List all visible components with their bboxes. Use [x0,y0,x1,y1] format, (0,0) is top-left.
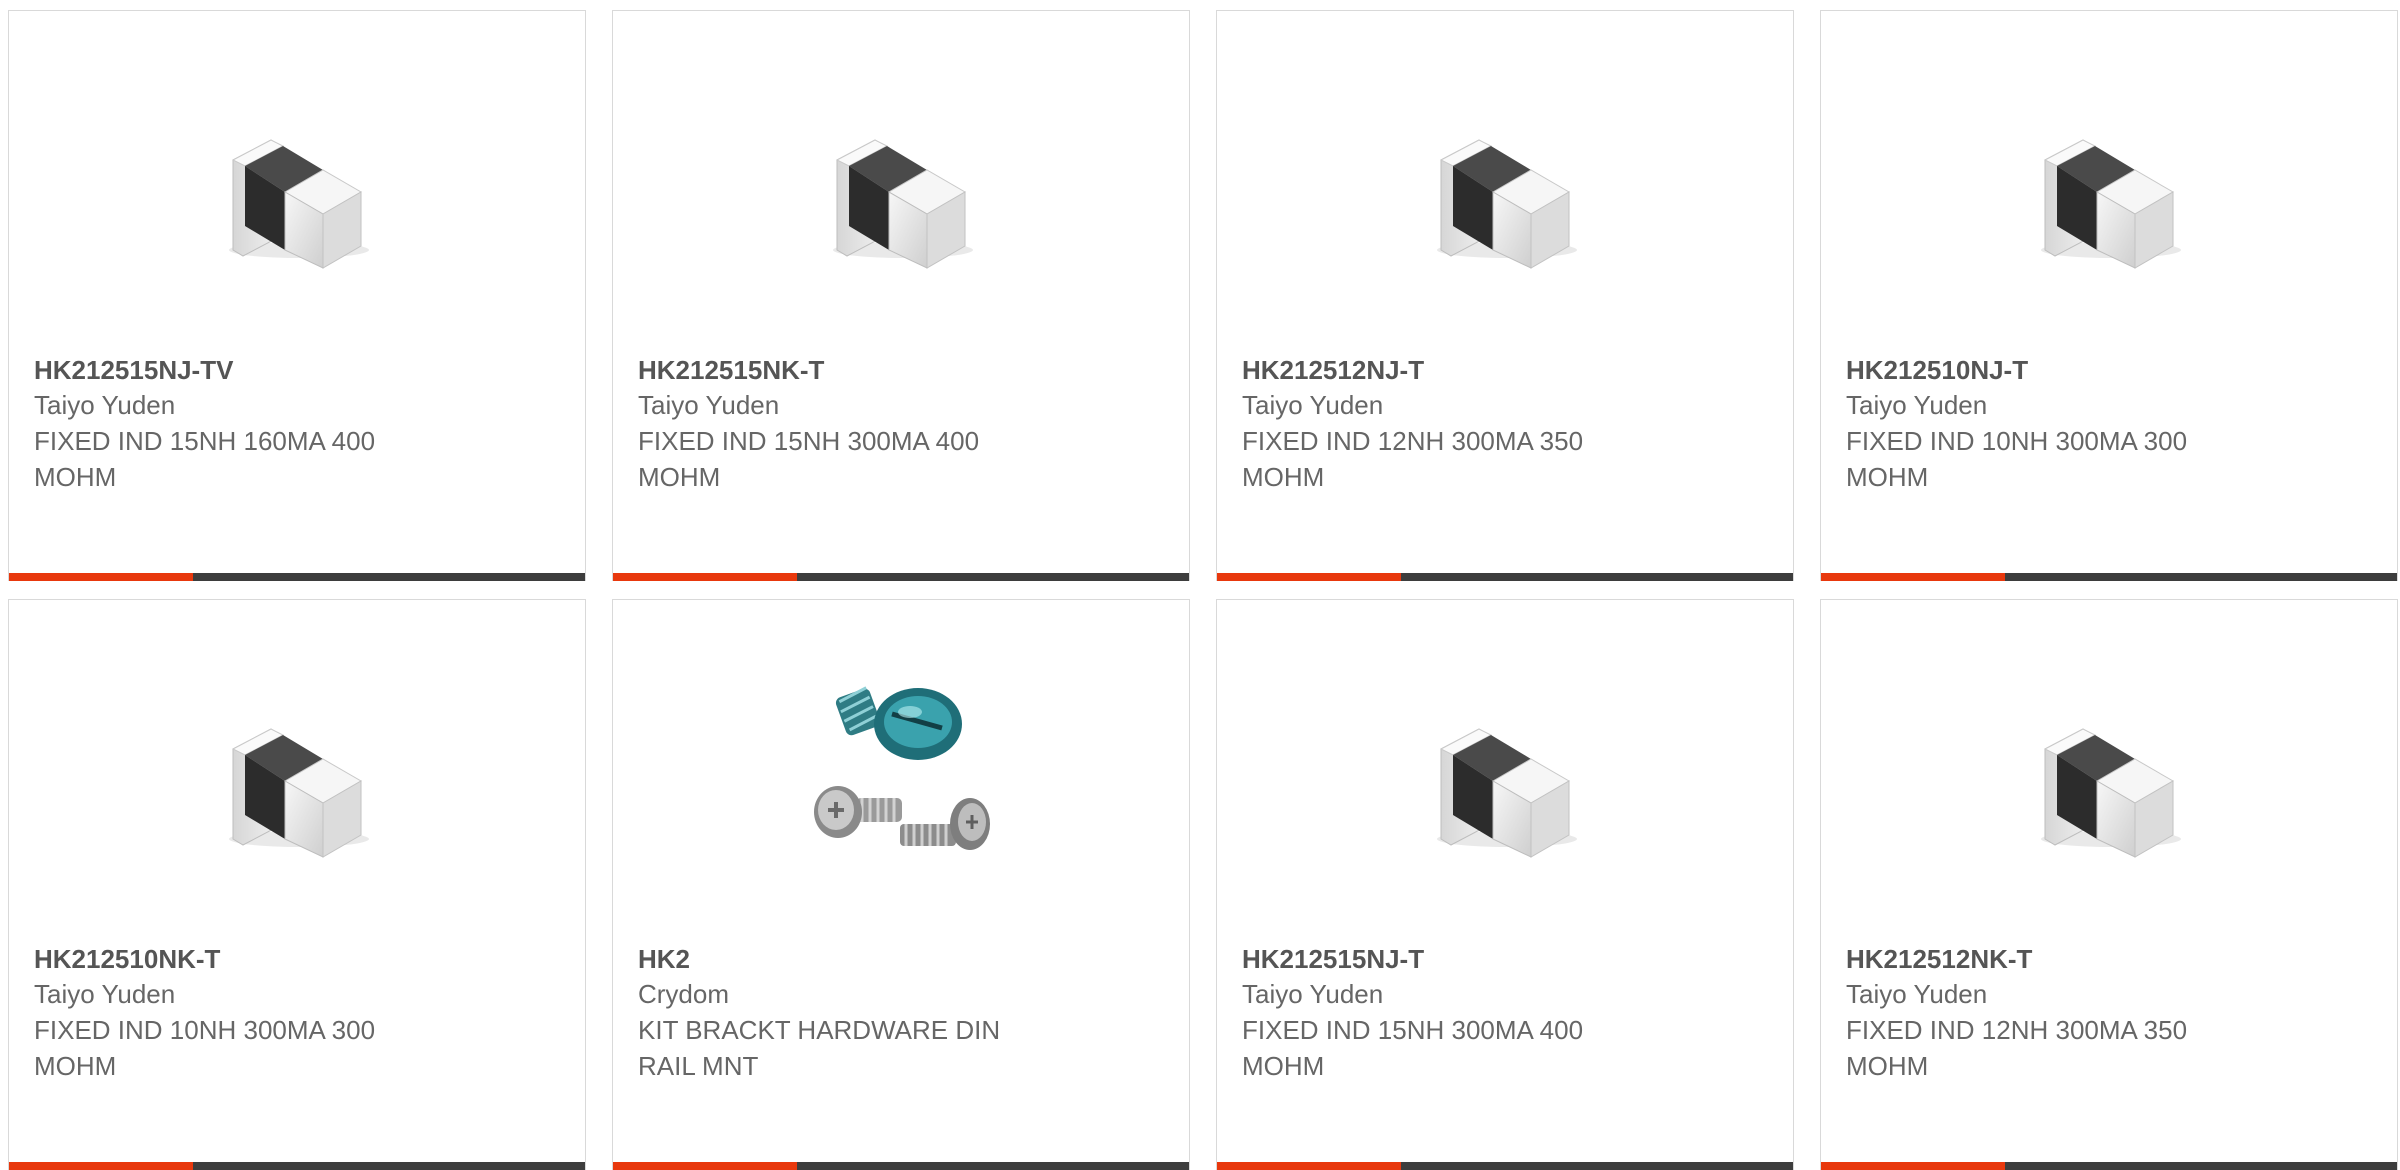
part-number[interactable]: HK212512NJ-T [1242,353,1773,387]
product-card[interactable]: HK212515NJ-TV Taiyo Yuden FIXED IND 15NH… [8,10,586,581]
card-bottom-bar [613,573,1189,581]
card-bottom-bar [613,1162,1189,1170]
part-number[interactable]: HK212515NJ-TV [34,353,565,387]
smd-inductor-chip-icon [833,139,973,269]
card-accent-bar [613,573,798,581]
product-image[interactable] [1404,85,1604,285]
smd-inductor-chip-icon [2041,728,2181,858]
manufacturer: Taiyo Yuden [1242,390,1384,420]
product-info: HK212510NK-T Taiyo Yuden FIXED IND 10NH … [34,942,565,1084]
product-description: FIXED IND 10NH 300MA 300 MOHM [34,1015,376,1081]
product-card[interactable]: HK2 Crydom KIT BRACKT HARDWARE DIN RAIL … [612,599,1190,1170]
card-accent-bar [9,1162,194,1170]
product-card[interactable]: HK212512NK-T Taiyo Yuden FIXED IND 12NH … [1820,599,2398,1170]
card-bottom-bar [1217,573,1793,581]
product-description: FIXED IND 12NH 300MA 350 MOHM [1846,1015,2188,1081]
manufacturer: Crydom [638,979,730,1009]
product-description: FIXED IND 15NH 160MA 400 MOHM [34,426,376,492]
product-image[interactable] [196,674,396,874]
card-accent-bar [1821,1162,2006,1170]
product-info: HK212512NJ-T Taiyo Yuden FIXED IND 12NH … [1242,353,1773,495]
part-number[interactable]: HK212510NK-T [34,942,565,976]
product-image[interactable] [2008,85,2208,285]
product-image[interactable] [2008,674,2208,874]
manufacturer: Taiyo Yuden [638,390,780,420]
part-number[interactable]: HK2 [638,942,1169,976]
product-info: HK212515NK-T Taiyo Yuden FIXED IND 15NH … [638,353,1169,495]
part-number[interactable]: HK212512NK-T [1846,942,2377,976]
manufacturer: Taiyo Yuden [1242,979,1384,1009]
card-accent-bar [9,573,194,581]
product-info: HK212510NJ-T Taiyo Yuden FIXED IND 10NH … [1846,353,2377,495]
smd-inductor-chip-icon [229,728,369,858]
part-number[interactable]: HK212515NK-T [638,353,1169,387]
product-description: FIXED IND 12NH 300MA 350 MOHM [1242,426,1584,492]
card-bottom-bar [9,1162,585,1170]
product-image[interactable] [1404,674,1604,874]
product-card[interactable]: HK212510NJ-T Taiyo Yuden FIXED IND 10NH … [1820,10,2398,581]
part-number[interactable]: HK212510NJ-T [1846,353,2377,387]
product-description: FIXED IND 15NH 300MA 400 MOHM [1242,1015,1584,1081]
product-card[interactable]: HK212512NJ-T Taiyo Yuden FIXED IND 12NH … [1216,10,1794,581]
product-info: HK2 Crydom KIT BRACKT HARDWARE DIN RAIL … [638,942,1169,1084]
manufacturer: Taiyo Yuden [1846,390,1988,420]
smd-inductor-chip-icon [1437,728,1577,858]
card-bottom-bar [1821,573,2397,581]
product-description: KIT BRACKT HARDWARE DIN RAIL MNT [638,1015,1001,1081]
product-info: HK212515NJ-TV Taiyo Yuden FIXED IND 15NH… [34,353,565,495]
smd-inductor-chip-icon [229,139,369,269]
smd-inductor-chip-icon [2041,139,2181,269]
product-info: HK212515NJ-T Taiyo Yuden FIXED IND 15NH … [1242,942,1773,1084]
product-card[interactable]: HK212510NK-T Taiyo Yuden FIXED IND 10NH … [8,599,586,1170]
manufacturer: Taiyo Yuden [1846,979,1988,1009]
manufacturer: Taiyo Yuden [34,979,176,1009]
product-description: FIXED IND 15NH 300MA 400 MOHM [638,426,980,492]
card-bottom-bar [1217,1162,1793,1170]
card-accent-bar [613,1162,798,1170]
product-image[interactable] [196,85,396,285]
smd-inductor-chip-icon [1437,139,1577,269]
product-image[interactable] [800,674,1000,874]
manufacturer: Taiyo Yuden [34,390,176,420]
card-bottom-bar [9,573,585,581]
product-image[interactable] [800,85,1000,285]
card-accent-bar [1821,573,2006,581]
card-accent-bar [1217,573,1402,581]
product-info: HK212512NK-T Taiyo Yuden FIXED IND 12NH … [1846,942,2377,1084]
product-card[interactable]: HK212515NJ-T Taiyo Yuden FIXED IND 15NH … [1216,599,1794,1170]
product-grid: HK212515NJ-TV Taiyo Yuden FIXED IND 15NH… [8,10,2400,1170]
product-description: FIXED IND 10NH 300MA 300 MOHM [1846,426,2188,492]
card-bottom-bar [1821,1162,2397,1170]
screw-hardware-kit-icon [814,686,990,850]
part-number[interactable]: HK212515NJ-T [1242,942,1773,976]
card-accent-bar [1217,1162,1402,1170]
product-card[interactable]: HK212515NK-T Taiyo Yuden FIXED IND 15NH … [612,10,1190,581]
